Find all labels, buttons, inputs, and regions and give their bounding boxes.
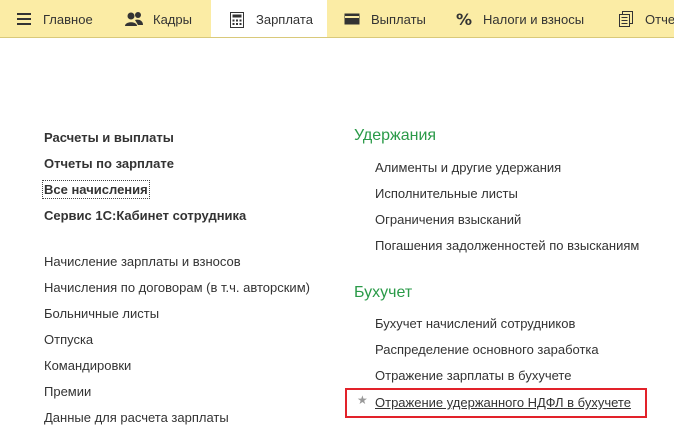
- tab-label: Кадры: [153, 11, 192, 27]
- reports-icon: [616, 9, 636, 29]
- link-employee-cabinet-service[interactable]: Сервис 1С:Кабинет сотрудника: [44, 208, 246, 223]
- tab-label: Отче: [645, 11, 674, 27]
- link-salary-in-accounting[interactable]: Отражение зарплаты в бухучете: [375, 368, 571, 383]
- wallet-icon: [342, 9, 362, 29]
- section-panel: Главное Кадры Зарплата Выплаты % Налоги …: [0, 0, 674, 38]
- tab-salary[interactable]: Зарплата: [211, 0, 327, 37]
- tab-hr[interactable]: Кадры: [124, 0, 192, 37]
- link-vacations[interactable]: Отпуска: [44, 332, 93, 347]
- link-sick-leaves[interactable]: Больничные листы: [44, 306, 159, 321]
- link-all-accruals[interactable]: Все начисления: [42, 180, 150, 199]
- link-alimony-withholdings[interactable]: Алименты и другие удержания: [375, 160, 561, 175]
- tab-taxes[interactable]: % Налоги и взносы: [454, 0, 585, 37]
- link-contract-accruals[interactable]: Начисления по договорам (в т.ч. авторски…: [44, 280, 310, 295]
- link-bonuses[interactable]: Премии: [44, 384, 91, 399]
- link-ndfl-in-accounting[interactable]: Отражение удержанного НДФЛ в бухучете: [375, 395, 631, 410]
- tab-main[interactable]: Главное: [14, 0, 93, 37]
- calculator-icon: [227, 10, 247, 30]
- tab-label: Главное: [43, 11, 93, 27]
- link-writs-of-execution[interactable]: Исполнительные листы: [375, 186, 518, 201]
- tab-reports[interactable]: Отче: [616, 0, 674, 37]
- link-payroll-contributions[interactable]: Начисление зарплаты и взносов: [44, 254, 241, 269]
- link-calculations-payments[interactable]: Расчеты и выплаты: [44, 130, 174, 145]
- section-accounting-title: Бухучет: [354, 284, 413, 301]
- percent-icon: %: [455, 9, 473, 29]
- tab-payments[interactable]: Выплаты: [342, 0, 426, 37]
- link-salary-data[interactable]: Данные для расчета зарплаты: [44, 410, 229, 425]
- favorite-star-icon[interactable]: ★: [357, 393, 368, 407]
- link-salary-reports[interactable]: Отчеты по зарплате: [44, 156, 174, 171]
- link-business-trips[interactable]: Командировки: [44, 358, 131, 373]
- tab-label: Зарплата: [256, 12, 313, 27]
- people-icon: [124, 9, 144, 29]
- tab-label: Выплаты: [371, 11, 426, 27]
- link-recovery-limits[interactable]: Ограничения взысканий: [375, 212, 521, 227]
- link-debt-repayments[interactable]: Погашения задолженностей по взысканиям: [375, 238, 639, 253]
- link-base-earnings-distribution[interactable]: Распределение основного заработка: [375, 342, 599, 357]
- link-employee-accruals-accounting[interactable]: Бухучет начислений сотрудников: [375, 316, 575, 331]
- section-withholdings-title: Удержания: [354, 127, 437, 144]
- hamburger-menu-icon: [14, 9, 34, 29]
- tab-label: Налоги и взносы: [483, 11, 585, 27]
